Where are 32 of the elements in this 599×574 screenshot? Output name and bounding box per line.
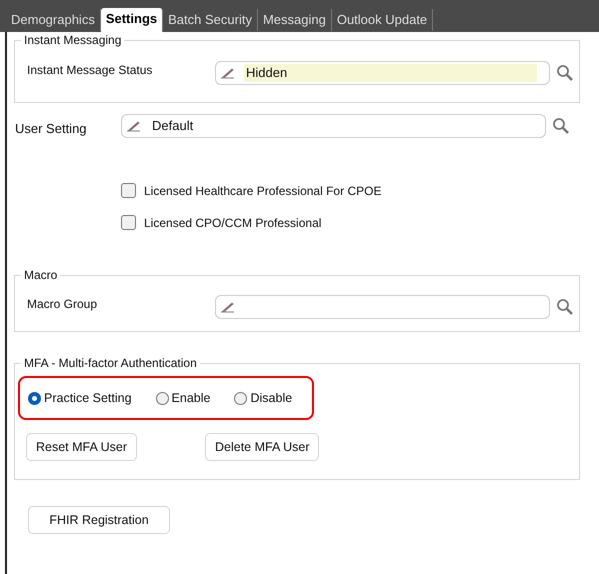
search-icon[interactable] (556, 64, 574, 82)
action-button[interactable]: Delete MFA User (205, 433, 320, 461)
radio-label: Practice Setting (44, 391, 132, 405)
checkbox-label: Licensed CPO/CCM Professional (144, 216, 322, 230)
tab[interactable]: Batch Security (163, 9, 258, 31)
group-title: MFA - Multi-factor Authentication (21, 356, 200, 370)
lookup-field[interactable] (215, 295, 550, 319)
checkbox[interactable] (121, 183, 136, 198)
checkbox[interactable] (121, 215, 136, 230)
registration-button[interactable]: FHIR Registration (28, 506, 170, 534)
radio-button[interactable] (156, 392, 169, 404)
radio-label: Enable (172, 391, 210, 405)
pen-icon (126, 120, 142, 132)
pen-icon (220, 301, 236, 313)
search-icon[interactable] (556, 298, 574, 316)
lookup-field[interactable]: Default (121, 114, 546, 138)
action-button[interactable]: Reset MFA User (26, 433, 137, 461)
field-label: Macro Group (26, 297, 98, 311)
lookup-field[interactable]: Hidden (215, 61, 550, 85)
pen-icon (220, 67, 236, 79)
group-title: Instant Messaging (21, 33, 124, 47)
group-title: Macro (21, 268, 60, 282)
radio-label: Disable (250, 391, 292, 405)
field-label: User Setting (15, 120, 88, 136)
tab[interactable]: Outlook Update (332, 9, 434, 31)
checkbox-label: Licensed Healthcare Professional For CPOE (144, 184, 382, 198)
search-icon[interactable] (552, 117, 570, 135)
tab[interactable]: Settings (100, 8, 164, 32)
radio-button[interactable] (234, 392, 248, 404)
tab[interactable]: Messaging (258, 9, 332, 31)
radio-button[interactable] (28, 392, 41, 404)
field-label: Instant Message Status (26, 63, 154, 77)
